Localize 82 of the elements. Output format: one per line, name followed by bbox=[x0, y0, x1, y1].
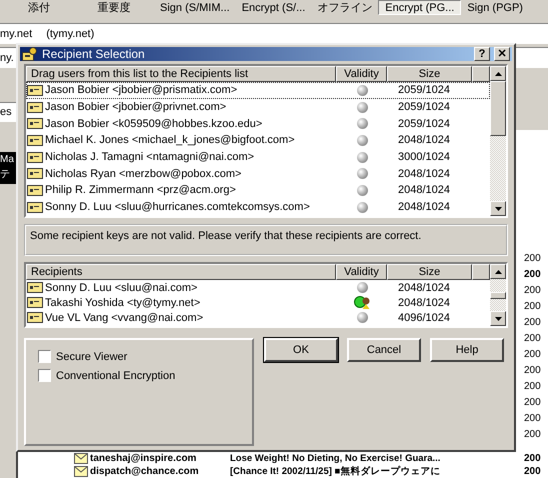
key-row[interactable]: Nicholas Ryan <merzbow@pobox.com> 2048/1024 bbox=[26, 165, 490, 182]
column-header[interactable]: Size bbox=[387, 264, 472, 280]
key-row[interactable]: Philip R. Zimmermann <prz@acm.org> 2048/1024 bbox=[26, 182, 490, 199]
message-date: 200 bbox=[524, 316, 542, 328]
message-date: 200 bbox=[524, 300, 542, 312]
message-date: 200 bbox=[524, 428, 542, 440]
message-date: 200 bbox=[524, 332, 542, 344]
column-header[interactable]: Size bbox=[387, 66, 472, 82]
dialog-button[interactable]: OK bbox=[264, 338, 338, 362]
card-icon bbox=[27, 134, 43, 146]
scrollbar-thumb[interactable] bbox=[490, 292, 506, 298]
down-arrow-icon[interactable] bbox=[494, 206, 502, 210]
message-date: 200 bbox=[524, 252, 542, 264]
down-arrow-icon[interactable] bbox=[494, 316, 502, 320]
card-icon bbox=[27, 118, 43, 130]
scrollbar[interactable] bbox=[490, 264, 506, 326]
message-date: 200 bbox=[524, 364, 542, 376]
close-button[interactable]: ✕ bbox=[494, 47, 510, 61]
column-header[interactable] bbox=[472, 264, 490, 280]
card-icon bbox=[27, 184, 43, 196]
key-row[interactable]: Jason Bobier <jbobier@privnet.com> 2059/1024 bbox=[26, 98, 490, 116]
card-icon bbox=[27, 102, 43, 113]
key-row[interactable]: Sonny D. Luu <sluu@hurricanes.comtekcomsys.com> 2048/1024 bbox=[26, 198, 490, 216]
scrollbar-thumb[interactable] bbox=[490, 81, 506, 136]
card-icon bbox=[27, 168, 43, 180]
message-sender: taneshaj@inspire.com bbox=[90, 453, 196, 464]
message-date: 200 bbox=[524, 348, 542, 360]
help-button[interactable]: ? bbox=[474, 47, 490, 61]
key-row[interactable]: Jason Bobier <jbobier@prismatix.com> 2059/1024 bbox=[26, 82, 490, 99]
ball-icon bbox=[357, 84, 368, 96]
card-icon bbox=[27, 84, 43, 96]
message-date: 200 bbox=[524, 284, 542, 296]
message-date: 200 bbox=[524, 412, 542, 424]
ball-icon bbox=[357, 118, 368, 130]
person-ball-icon bbox=[354, 295, 372, 310]
up-arrow-icon[interactable] bbox=[494, 72, 502, 76]
option-checkbox[interactable]: Secure Viewer bbox=[38, 350, 240, 363]
ball-icon bbox=[357, 152, 368, 163]
message-subject: [Chance It! 2002/11/25] ■無料ダレープウェアに bbox=[230, 466, 440, 478]
key-row[interactable]: Michael K. Jones <michael_k_jones@bigfoot.com> 2048/1024 bbox=[26, 132, 490, 149]
key-row[interactable]: Nicholas J. Tamagni <ntamagni@nai.com> 3000/1024 bbox=[26, 148, 490, 166]
dialog-button[interactable]: Cancel bbox=[347, 338, 421, 362]
ball-icon bbox=[357, 184, 368, 196]
to-field[interactable]: my.net (tymy.net) bbox=[0, 22, 548, 44]
card-icon bbox=[27, 312, 43, 323]
warning-message: Some recipient keys are not valid. Please verify that these recipients are correct. bbox=[24, 224, 508, 256]
envelope-icon bbox=[74, 453, 88, 464]
ball-icon bbox=[357, 134, 368, 146]
key-row[interactable]: Jason Bobier <k059509@hobbes.kzoo.edu> 2059/1024 bbox=[26, 115, 490, 132]
column-header[interactable]: Validity bbox=[336, 264, 387, 280]
message-sender: dispatch@chance.com bbox=[90, 466, 199, 478]
ball-icon bbox=[357, 312, 368, 323]
card-icon bbox=[27, 202, 43, 213]
message-date: 200 bbox=[524, 466, 542, 478]
column-header[interactable]: Recipients bbox=[26, 264, 336, 280]
toolbar-button[interactable]: Encrypt (PG... bbox=[378, 0, 462, 15]
key-row[interactable]: Takashi Yoshida <ty@tymy.net> 2048/1024 bbox=[26, 295, 490, 310]
envelope-icon bbox=[74, 466, 88, 478]
card-icon bbox=[27, 282, 43, 293]
option-checkbox[interactable]: Conventional Encryption bbox=[38, 369, 240, 382]
window-title: Recipient Selection bbox=[42, 47, 146, 61]
message-date: 200 bbox=[524, 453, 542, 464]
card-icon bbox=[27, 297, 43, 308]
ball-icon bbox=[357, 202, 368, 213]
message-date: 200 bbox=[524, 268, 542, 280]
message-subject: Lose Weight! No Dieting, No Exercise! Guara... bbox=[230, 453, 440, 464]
dialog-button[interactable]: Help bbox=[430, 338, 504, 362]
ball-icon bbox=[357, 168, 368, 180]
keys-icon bbox=[22, 47, 38, 61]
message-date: 200 bbox=[524, 380, 542, 392]
key-row[interactable]: Sonny D. Luu <sluu@nai.com> 2048/1024 bbox=[26, 280, 490, 295]
key-row[interactable]: Vue VL Vang <vvang@nai.com> 4096/1024 bbox=[26, 310, 490, 325]
column-header[interactable]: Drag users from this list to the Recipients list bbox=[26, 66, 336, 82]
column-header[interactable]: Validity bbox=[336, 66, 387, 82]
ball-icon bbox=[357, 282, 368, 293]
folder-item[interactable]: Ma テ bbox=[0, 152, 16, 184]
message-date: 200 bbox=[524, 396, 542, 408]
column-header[interactable] bbox=[472, 66, 490, 82]
card-icon bbox=[27, 152, 43, 163]
ball-icon bbox=[357, 102, 368, 113]
up-arrow-icon[interactable] bbox=[494, 270, 502, 274]
scrollbar[interactable] bbox=[490, 66, 506, 216]
